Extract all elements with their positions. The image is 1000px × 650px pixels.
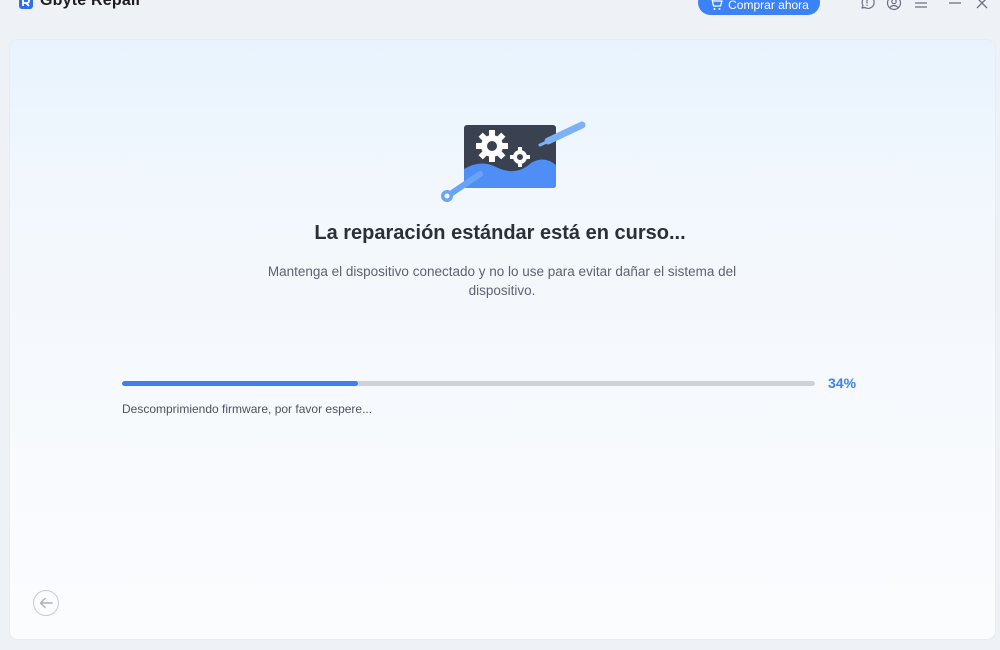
main-panel: La reparación estándar está en curso... … (10, 40, 995, 639)
cart-icon (711, 0, 723, 10)
back-button[interactable] (33, 590, 59, 616)
repair-progress-bar (122, 381, 815, 386)
repair-status-title: La reparación estándar está en curso... (314, 222, 686, 244)
buy-now-button[interactable]: Comprar ahora (698, 0, 820, 15)
app-title: Gbyte Repair (40, 0, 142, 9)
menu-icon[interactable] (913, 0, 929, 11)
close-icon[interactable] (974, 0, 990, 11)
repair-illustration-icon (441, 121, 586, 202)
minimize-icon[interactable] (947, 0, 963, 11)
app-logo-icon (18, 0, 34, 10)
title-bar: Gbyte Repair Comprar ahora (0, 0, 1000, 24)
buy-now-label: Comprar ahora (728, 0, 809, 12)
account-icon[interactable] (886, 0, 902, 11)
repair-status-description: Mantenga el dispositivo conectado y no l… (267, 264, 737, 298)
feedback-icon[interactable] (859, 0, 875, 11)
repair-progress-fill (122, 381, 358, 386)
repair-status-message: Descomprimiendo firmware, por favor espe… (122, 402, 373, 416)
repair-progress-percent: 34% (828, 375, 857, 391)
arrow-left-icon (39, 597, 53, 609)
